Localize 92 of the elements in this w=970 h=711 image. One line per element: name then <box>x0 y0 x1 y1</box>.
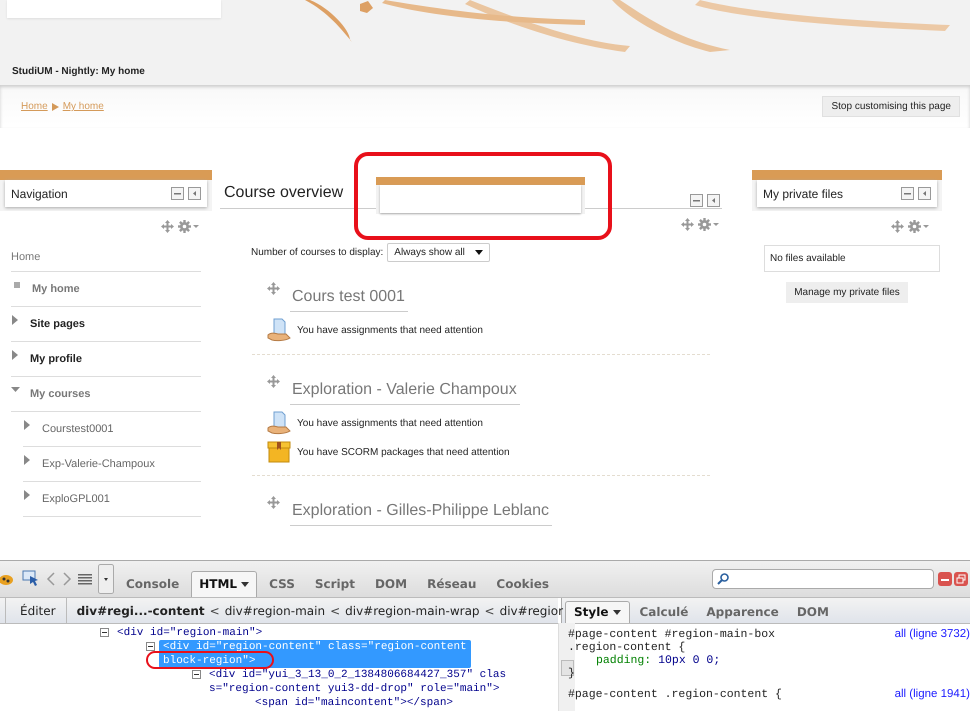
caret-icon <box>241 582 250 586</box>
course-title-link[interactable]: Exploration - Gilles-Philippe Leblanc <box>290 496 552 526</box>
breadcrumb-separator: < <box>330 604 340 618</box>
package-icon <box>267 441 291 463</box>
nav-item[interactable]: My home <box>32 283 80 295</box>
square-bullet-icon <box>14 282 20 288</box>
gear-icon[interactable] <box>908 220 930 233</box>
block-title: My private files <box>763 186 844 200</box>
courses-count-dropdown[interactable]: Always show all <box>387 243 490 262</box>
devtools-tab[interactable]: CSS <box>261 571 303 597</box>
list-icon[interactable] <box>78 573 92 585</box>
devtools-tab[interactable]: Console <box>118 571 188 597</box>
hand-with-document-icon <box>267 318 291 342</box>
breadcrumb-arrow-icon <box>52 102 59 110</box>
minimize-icon[interactable] <box>171 187 184 200</box>
collapsed-triangle-icon[interactable] <box>11 315 20 325</box>
minimize-icon[interactable] <box>901 187 914 200</box>
element-breadcrumb[interactable]: div#regior <box>500 604 563 618</box>
html-tree-node[interactable]: <span id="maincontent"></span> <box>251 696 458 710</box>
source-link[interactable]: all (ligne 1941) <box>894 688 970 700</box>
collapse-icon[interactable] <box>192 670 201 679</box>
css-selector: .region-content { <box>568 641 686 654</box>
breadcrumb-separator: < <box>484 604 495 618</box>
style-tab[interactable]: DOM <box>788 601 838 623</box>
collapsed-triangle-icon[interactable] <box>23 490 32 500</box>
move-icon[interactable] <box>267 496 280 509</box>
style-tab[interactable]: Calculé <box>630 601 698 623</box>
devtools-tab[interactable]: HTML <box>191 571 258 597</box>
caret-icon <box>613 610 622 614</box>
dock-icon[interactable] <box>918 187 931 200</box>
collapsed-triangle-icon[interactable] <box>23 455 32 465</box>
minimize-window-icon[interactable] <box>938 572 952 586</box>
search-field[interactable] <box>712 569 934 589</box>
gear-icon[interactable] <box>698 218 720 231</box>
element-breadcrumb[interactable]: div#region-main <box>224 604 326 618</box>
edit-button[interactable]: Éditer <box>5 598 67 623</box>
dock-icon[interactable] <box>707 194 720 207</box>
style-tab[interactable]: Apparence <box>697 601 788 623</box>
search-icon <box>717 573 729 585</box>
dock-icon[interactable] <box>188 187 201 200</box>
page-title: StudiUM - Nightly: My home <box>12 66 145 77</box>
course-title-link[interactable]: Cours test 0001 <box>290 282 408 312</box>
move-icon[interactable] <box>891 220 904 233</box>
stop-customising-button[interactable]: Stop customising this page <box>822 96 960 117</box>
html-tree-node[interactable]: <div id="region-content" class="region-content block-region"> <box>159 640 471 668</box>
notice-text: You have assignments that need attention <box>297 418 483 428</box>
nav-item[interactable]: Site pages <box>30 318 86 330</box>
field-label: Number of courses to display: <box>251 247 384 258</box>
nav-item[interactable]: My profile <box>30 353 82 365</box>
block-title: Course overview <box>224 184 344 203</box>
manage-files-button[interactable]: Manage my private files <box>786 282 908 303</box>
nav-item[interactable]: ExploGPL001 <box>42 493 110 505</box>
css-declaration: padding: 10px 0 0; <box>595 654 720 667</box>
hand-with-document-icon <box>267 411 291 435</box>
html-tree-node[interactable]: <div id="region-main"> <box>113 626 266 640</box>
devtools-tab[interactable]: Réseau <box>419 571 484 597</box>
move-icon[interactable] <box>267 282 280 295</box>
collapse-icon[interactable] <box>100 628 109 637</box>
devtools-tab[interactable]: Cookies <box>488 571 558 597</box>
course-title-link[interactable]: Exploration - Valerie Champoux <box>290 375 520 405</box>
css-selector: #page-content .region-content { <box>568 688 782 701</box>
dropdown-button-icon[interactable] <box>98 564 114 594</box>
files-box: No files available <box>764 245 940 272</box>
notice-text: You have SCORM packages that need attention <box>297 446 510 458</box>
collapsed-triangle-icon[interactable] <box>11 350 20 360</box>
html-tree-node[interactable]: <div id="yui_3_13_0_2_1384806684427_357" clas s="region-content yui3-dd-drop" role="main"> <box>205 668 510 696</box>
notice-text: You have assignments that need attention <box>297 324 483 336</box>
restore-window-icon[interactable] <box>954 572 968 586</box>
nav-item[interactable]: Home <box>11 251 40 263</box>
style-tab[interactable]: Style <box>565 601 630 623</box>
nav-item[interactable]: Exp-Valerie-Champoux <box>42 458 155 470</box>
move-icon[interactable] <box>267 375 280 388</box>
source-link[interactable]: all (ligne 3732) <box>894 628 970 640</box>
move-icon[interactable] <box>681 218 694 231</box>
collapse-icon[interactable] <box>146 642 155 651</box>
nav-item[interactable]: My courses <box>30 388 91 400</box>
element-breadcrumb[interactable]: div#regi...-content <box>76 604 205 618</box>
block-title: Navigation <box>11 186 69 200</box>
move-icon[interactable] <box>161 220 174 233</box>
breadcrumb-separator: < <box>210 604 220 618</box>
inspect-icon[interactable] <box>22 570 40 588</box>
collapsed-triangle-icon[interactable] <box>23 420 32 430</box>
devtools-tab[interactable]: DOM <box>366 571 416 597</box>
gear-icon[interactable] <box>178 220 200 233</box>
devtools-tab[interactable]: Script <box>306 571 363 597</box>
css-selector: #page-content #region-main-box <box>568 628 776 641</box>
bug-icon[interactable] <box>0 572 16 586</box>
element-breadcrumb[interactable]: div#region-main-wrap <box>345 604 480 618</box>
css-brace: } <box>568 667 575 680</box>
minimize-icon[interactable] <box>690 194 703 207</box>
nav-item[interactable]: Courstest0001 <box>42 423 114 435</box>
caret-icon <box>474 250 483 255</box>
